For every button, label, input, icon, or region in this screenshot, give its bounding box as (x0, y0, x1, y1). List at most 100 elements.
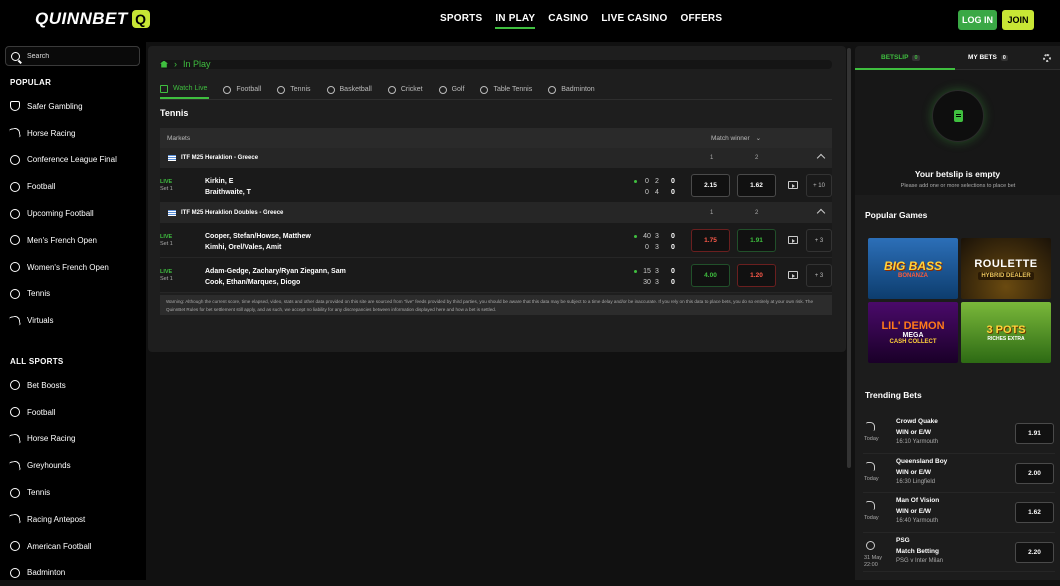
more-markets-button[interactable]: + 3 (806, 264, 832, 287)
nav-live-casino[interactable]: LIVE CASINO (601, 13, 667, 29)
sidebar-item-badminton[interactable]: Badminton (10, 560, 140, 586)
sidebar-item-tennis[interactable]: Tennis (10, 479, 140, 506)
tennis-icon (10, 262, 20, 273)
basketball-icon (326, 85, 335, 94)
score-points: 30 (643, 279, 651, 286)
sidebar-item-conference-league-final[interactable]: Conference League Final (10, 147, 140, 174)
sidebar-item-football[interactable]: Football (10, 173, 140, 200)
chevron-up-icon[interactable] (816, 153, 826, 163)
game-tile-roulette[interactable]: ROULETTE HYBRID DEALER (961, 238, 1051, 299)
search-box[interactable] (5, 46, 140, 66)
serving-indicator (634, 180, 637, 183)
home-icon[interactable] (160, 60, 168, 68)
odds-button-2[interactable]: 1.62 (737, 174, 776, 197)
nav-in-play[interactable]: IN PLAY (495, 13, 536, 29)
live-stream-icon[interactable] (788, 271, 798, 279)
logo-text: QUINNBET (35, 9, 128, 28)
nav-casino[interactable]: CASINO (548, 13, 588, 29)
live-stream-icon[interactable] (788, 236, 798, 244)
chevron-up-icon[interactable] (816, 208, 826, 218)
sidebar-item-safer-gambling[interactable]: Safer Gambling (10, 93, 140, 120)
betslip-empty-title: Your betslip is empty (914, 169, 1001, 179)
football-icon (10, 154, 20, 165)
football-icon (866, 540, 875, 550)
sidebar-item-label: Badminton (27, 568, 66, 578)
odds-button-1[interactable]: 4.00 (691, 264, 730, 287)
sidebar-item-horse-racing[interactable]: Horse Racing (9, 426, 140, 453)
tab-label: Table Tennis (493, 86, 533, 93)
team-1: Kirkin, E (205, 178, 234, 185)
gear-icon[interactable] (1043, 54, 1051, 62)
football-icon (223, 85, 232, 94)
teams: Adam-Gedge, Zachary/Ryan Ziegann, Sam Coo… (205, 266, 346, 288)
competition-header[interactable]: ITF M25 Heraklion - Greece 1 2 (160, 148, 832, 168)
competition-header[interactable]: ITF M25 Heraklion Doubles - Greece 1 2 (160, 203, 832, 223)
table-row[interactable]: LIVE Set 1 Kirkin, E Braithwaite, T 020 04… (160, 168, 832, 203)
chevron-down-icon: ⌄ (755, 135, 762, 142)
team-2: Kimhi, Orel/Vales, Amit (205, 244, 282, 251)
more-markets-button[interactable]: + 3 (806, 229, 832, 252)
bet-selection: PSG (896, 536, 910, 544)
live-stream-icon[interactable] (788, 181, 798, 189)
tab-cricket[interactable]: Cricket (387, 80, 425, 99)
sidebar-item-womens-french-open[interactable]: Women's French Open (10, 254, 140, 281)
sidebar-item-label: Horse Racing (27, 434, 76, 444)
sidebar-item-american-football[interactable]: American Football (10, 533, 140, 560)
tab-golf[interactable]: Golf (438, 80, 467, 99)
sidebar-item-bet-boosts[interactable]: Bet Boosts (10, 372, 140, 399)
game-title: BIG BASS (883, 258, 942, 273)
score-points: 0 (645, 244, 649, 251)
join-button[interactable]: JOIN (1002, 10, 1034, 30)
nav-sports[interactable]: SPORTS (440, 13, 482, 29)
chevron-right-icon: › (174, 59, 177, 69)
sidebar-item-racing-antepost[interactable]: Racing Antepost (9, 506, 140, 533)
game-tile-3-pots-riches[interactable]: 3 POTS RICHES EXTRA (961, 302, 1051, 363)
main-scrollbar[interactable] (847, 48, 851, 468)
badminton-icon (548, 85, 557, 94)
horse-icon (866, 501, 875, 510)
tab-badminton[interactable]: Badminton (548, 80, 596, 99)
mybets-count-badge: 0 (1000, 55, 1008, 61)
game-tile-lil-demon[interactable]: LIL' DEMON MEGA CASH COLLECT (868, 302, 958, 363)
tab-football[interactable]: Football (223, 80, 263, 99)
odds-button-1[interactable]: 1.75 (691, 229, 730, 252)
sidebar-item-mens-french-open[interactable]: Men's French Open (10, 227, 140, 254)
game-subtitle: MEGA (902, 332, 924, 339)
sport-heading: Tennis (160, 108, 189, 118)
search-input[interactable] (27, 52, 127, 60)
sidebar-item-greyhounds[interactable]: Greyhounds (9, 452, 140, 479)
tennis-icon (277, 85, 286, 94)
price-button[interactable]: 1.91 (1015, 423, 1054, 444)
all-sports-list: Bet Boosts Football Horse Racing Greyhou… (9, 372, 140, 586)
table-row[interactable]: LIVE Set 1 Adam-Gedge, Zachary/Ryan Ziega… (160, 258, 832, 293)
sidebar-item-upcoming-football[interactable]: Upcoming Football (10, 200, 140, 227)
tab-tennis[interactable]: Tennis (277, 80, 312, 99)
sidebar-item-tennis[interactable]: Tennis (10, 281, 140, 308)
tab-basketball[interactable]: Basketball (326, 80, 374, 99)
price-button[interactable]: 2.20 (1015, 541, 1054, 563)
match-winner-dropdown[interactable]: Match winner ⌄ (711, 134, 761, 142)
more-markets-button[interactable]: + 10 (806, 174, 832, 197)
horse-icon (866, 422, 875, 431)
competition-name: ITF M25 Heraklion Doubles - Greece (181, 210, 284, 216)
odds-button-2[interactable]: 1.91 (737, 229, 776, 252)
odds-button-1[interactable]: 2.15 (691, 174, 730, 197)
game-tile-big-bass-bonanza[interactable]: BIG BASS BONANZA (868, 238, 958, 299)
horse-icon (9, 127, 21, 139)
sidebar-item-football[interactable]: Football (10, 399, 140, 426)
tab-watch-live[interactable]: Watch Live (160, 80, 210, 99)
tab-table-tennis[interactable]: Table Tennis (480, 80, 534, 99)
tab-my-bets[interactable]: MY BETS 0 (968, 54, 1008, 61)
table-row[interactable]: LIVE Set 1 Cooper, Stefan/Howse, Matthew K… (160, 223, 832, 258)
horse-icon (9, 314, 21, 327)
price-button[interactable]: 2.00 (1015, 462, 1054, 484)
login-button[interactable]: LOG IN (958, 10, 997, 30)
tab-betslip[interactable]: BETSLIP 0 (881, 54, 920, 61)
sidebar-item-virtuals[interactable]: Virtuals (9, 307, 140, 334)
quinnbet-logo[interactable]: QUINNBET Q (35, 9, 150, 29)
price-button[interactable]: 1.62 (1015, 502, 1054, 523)
sidebar-item-horse-racing[interactable]: Horse Racing (9, 120, 140, 147)
odds-button-2[interactable]: 1.20 (737, 264, 776, 287)
nav-offers[interactable]: OFFERS (680, 13, 722, 29)
serving-indicator (634, 235, 637, 238)
